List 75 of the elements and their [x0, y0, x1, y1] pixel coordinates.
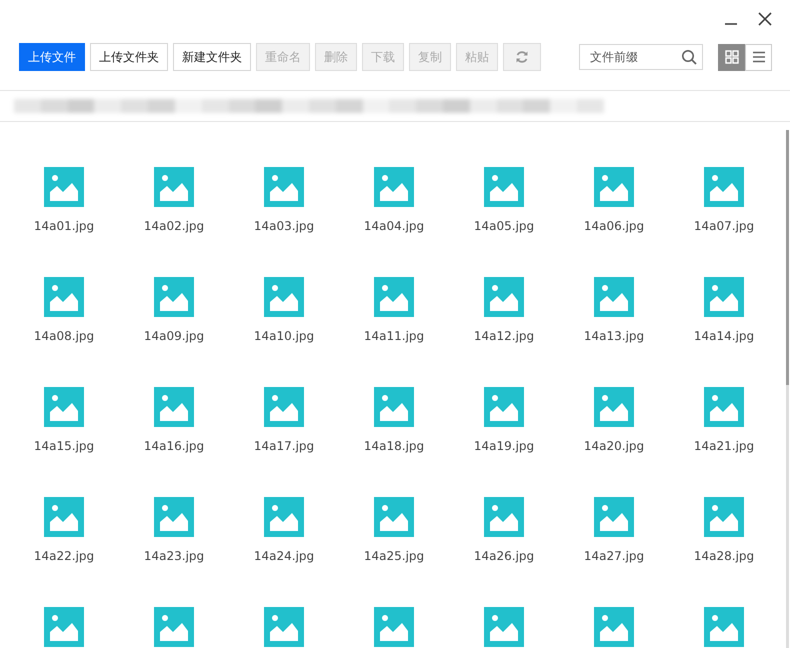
file-name[interactable]: 14a05.jpg: [474, 219, 534, 233]
image-file-icon[interactable]: [704, 277, 744, 317]
image-file-icon[interactable]: [484, 277, 524, 317]
file-name[interactable]: 14a02.jpg: [144, 219, 204, 233]
file-name[interactable]: 14a06.jpg: [584, 219, 644, 233]
image-file-icon[interactable]: [44, 167, 84, 207]
image-file-icon[interactable]: [264, 277, 304, 317]
file-name[interactable]: 14a21.jpg: [694, 439, 754, 453]
image-file-icon[interactable]: [374, 387, 414, 427]
file-name[interactable]: 14a18.jpg: [364, 439, 424, 453]
image-file-icon[interactable]: [704, 607, 744, 647]
image-file-icon[interactable]: [264, 607, 304, 647]
image-file-icon[interactable]: [44, 607, 84, 647]
file-name[interactable]: 14a22.jpg: [34, 549, 94, 563]
file-name[interactable]: 14a13.jpg: [584, 329, 644, 343]
image-file-icon[interactable]: [704, 387, 744, 427]
image-file-icon[interactable]: [594, 387, 634, 427]
file-name[interactable]: 14a20.jpg: [584, 439, 644, 453]
file-name[interactable]: 14a04.jpg: [364, 219, 424, 233]
image-file-icon[interactable]: [44, 497, 84, 537]
file-name[interactable]: 14a19.jpg: [474, 439, 534, 453]
toolbar-button[interactable]: 新建文件夹: [173, 43, 251, 71]
image-file-icon[interactable]: [264, 497, 304, 537]
file-name[interactable]: 14a17.jpg: [254, 439, 314, 453]
file-name[interactable]: 14a15.jpg: [34, 439, 94, 453]
image-file-icon[interactable]: [484, 167, 524, 207]
search-field[interactable]: 文件前缀: [579, 44, 703, 70]
search-icon[interactable]: [681, 49, 697, 65]
refresh-icon: [515, 50, 529, 64]
list-view-button[interactable]: [745, 44, 772, 70]
close-icon[interactable]: [758, 12, 772, 26]
file-name[interactable]: 14a16.jpg: [144, 439, 204, 453]
scrollbar[interactable]: [786, 130, 789, 648]
image-file-icon[interactable]: [264, 387, 304, 427]
image-file-icon[interactable]: [44, 387, 84, 427]
grid-icon: [724, 50, 738, 64]
file-name[interactable]: 14a07.jpg: [694, 219, 754, 233]
image-file-icon[interactable]: [594, 497, 634, 537]
file-name[interactable]: 14a09.jpg: [144, 329, 204, 343]
file-name[interactable]: 14a27.jpg: [584, 549, 644, 563]
image-file-icon[interactable]: [154, 497, 194, 537]
image-file-icon[interactable]: [704, 167, 744, 207]
file-name[interactable]: 14a25.jpg: [364, 549, 424, 563]
image-file-icon[interactable]: [594, 277, 634, 317]
image-file-icon[interactable]: [374, 607, 414, 647]
file-name[interactable]: 14a11.jpg: [364, 329, 424, 343]
image-file-icon[interactable]: [264, 167, 304, 207]
file-name[interactable]: 14a14.jpg: [694, 329, 754, 343]
image-file-icon[interactable]: [44, 277, 84, 317]
grid-view-button[interactable]: [718, 44, 745, 70]
image-file-icon[interactable]: [594, 607, 634, 647]
toolbar-button[interactable]: 上传文件: [19, 43, 85, 71]
image-file-icon[interactable]: [594, 167, 634, 207]
file-name[interactable]: 14a23.jpg: [144, 549, 204, 563]
image-file-icon[interactable]: [154, 607, 194, 647]
file-name[interactable]: 14a12.jpg: [474, 329, 534, 343]
image-file-icon[interactable]: [484, 607, 524, 647]
file-name[interactable]: 14a01.jpg: [34, 219, 94, 233]
image-file-icon[interactable]: [374, 277, 414, 317]
image-file-icon[interactable]: [154, 167, 194, 207]
file-name[interactable]: 14a28.jpg: [694, 549, 754, 563]
image-file-icon[interactable]: [154, 277, 194, 317]
file-name[interactable]: 14a24.jpg: [254, 549, 314, 563]
image-file-icon[interactable]: [374, 497, 414, 537]
image-file-icon[interactable]: [704, 497, 744, 537]
file-name[interactable]: 14a26.jpg: [474, 549, 534, 563]
image-file-icon[interactable]: [154, 387, 194, 427]
file-name[interactable]: 14a03.jpg: [254, 219, 314, 233]
file-name[interactable]: 14a08.jpg: [34, 329, 94, 343]
image-file-icon[interactable]: [374, 167, 414, 207]
image-file-icon[interactable]: [484, 497, 524, 537]
file-name[interactable]: 14a10.jpg: [254, 329, 314, 343]
toolbar-button[interactable]: 上传文件夹: [90, 43, 168, 71]
image-file-icon[interactable]: [484, 387, 524, 427]
list-icon: [752, 50, 766, 64]
